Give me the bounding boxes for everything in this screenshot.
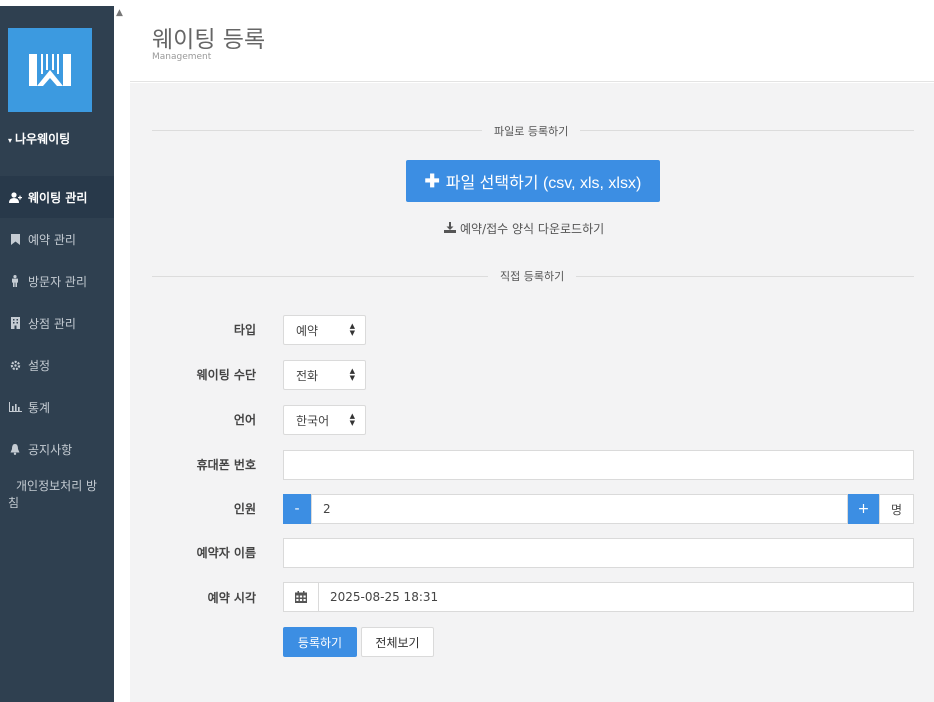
bar-chart-icon	[8, 401, 22, 413]
logo[interactable]	[8, 28, 92, 112]
direct-section-divider-label: 직접 등록하기	[488, 268, 577, 284]
sidebar-item-settings[interactable]: 설정	[0, 344, 114, 386]
type-select-value: 예약	[296, 323, 319, 338]
language-label: 언어	[233, 413, 256, 427]
name-label: 예약자 이름	[196, 546, 256, 560]
language-select-value: 한국어	[296, 413, 330, 428]
sidebar-item-label: 개인정보처리 방침	[8, 479, 98, 510]
sidebar-item-privacy[interactable]: 개인정보처리 방침	[0, 470, 114, 512]
sort-arrows-icon: ▲ ▼	[349, 412, 355, 427]
sidebar-item-label: 방문자 관리	[28, 274, 88, 289]
caret-down-icon: ▾	[8, 136, 13, 145]
method-select-value: 전화	[296, 368, 319, 383]
page-header: 웨이팅 등록 Management	[130, 6, 934, 82]
people-increment-button[interactable]: +	[848, 494, 879, 524]
type-select[interactable]: 예약 ▲ ▼	[283, 315, 366, 345]
male-icon	[8, 275, 22, 287]
people-count-input[interactable]: 2	[311, 494, 848, 524]
method-label: 웨이팅 수단	[196, 368, 256, 382]
building-icon	[8, 317, 22, 329]
sidebar-item-reservation[interactable]: 예약 관리	[0, 218, 114, 260]
sidebar-item-label: 통계	[28, 400, 51, 415]
template-download-link[interactable]: 예약/접수 양식 다운로드하기	[444, 220, 604, 237]
plus-icon: ✚	[424, 170, 440, 191]
page-title: 웨이팅 등록	[152, 27, 266, 53]
scroll-up-arrow-icon[interactable]: ▲	[116, 8, 123, 18]
calendar-icon	[295, 591, 307, 603]
time-label: 예약 시각	[207, 591, 256, 605]
template-download-label: 예약/접수 양식 다운로드하기	[460, 222, 605, 236]
sidebar: ▾ 나우웨이팅 웨이팅 관리 예약 관리 방문자 관리 상점 관리 설정 통계 …	[0, 0, 114, 702]
sidebar-item-label: 웨이팅 관리	[28, 190, 88, 205]
calendar-button[interactable]	[283, 582, 319, 612]
sidebar-item-label: 공지사항	[28, 442, 73, 457]
bell-icon	[8, 443, 22, 455]
sidebar-item-label: 설정	[28, 358, 51, 373]
language-select[interactable]: 한국어 ▲ ▼	[283, 405, 366, 435]
sidebar-item-notice[interactable]: 공지사항	[0, 428, 114, 470]
sort-arrows-icon: ▲ ▼	[349, 322, 355, 337]
sidebar-item-visitors[interactable]: 방문자 관리	[0, 260, 114, 302]
reservation-time-input[interactable]: 2025-08-25 18:31	[318, 582, 914, 612]
sidebar-menu: 웨이팅 관리 예약 관리 방문자 관리 상점 관리 설정 통계 공지사항 개인정…	[0, 176, 114, 512]
sidebar-item-label: 상점 관리	[28, 316, 76, 331]
sidebar-item-label: 예약 관리	[28, 232, 76, 247]
file-select-button[interactable]: ✚ 파일 선택하기 (csv, xls, xlsx)	[406, 160, 660, 202]
sidebar-top-strip	[0, 0, 114, 6]
file-select-button-label: 파일 선택하기 (csv, xls, xlsx)	[445, 175, 642, 192]
people-unit: 명	[879, 494, 914, 524]
phone-input[interactable]	[283, 450, 914, 480]
method-select[interactable]: 전화 ▲ ▼	[283, 360, 366, 390]
people-decrement-button[interactable]: -	[283, 494, 311, 524]
sidebar-item-stats[interactable]: 통계	[0, 386, 114, 428]
submit-button[interactable]: 등록하기	[283, 627, 357, 657]
bookmark-icon	[8, 233, 22, 245]
sidebar-item-waiting[interactable]: 웨이팅 관리	[0, 176, 114, 218]
user-plus-icon	[8, 191, 22, 203]
gear-icon	[8, 359, 22, 371]
sidebar-item-store[interactable]: 상점 관리	[0, 302, 114, 344]
phone-label: 휴대폰 번호	[196, 458, 256, 472]
logo-w-icon	[29, 54, 71, 86]
file-section-divider-label: 파일로 등록하기	[482, 123, 581, 139]
sort-arrows-icon: ▲ ▼	[349, 367, 355, 382]
brand-dropdown[interactable]: ▾ 나우웨이팅	[0, 130, 114, 147]
name-input[interactable]	[283, 538, 914, 568]
download-icon	[444, 221, 456, 236]
type-label: 타입	[233, 323, 256, 337]
view-all-button[interactable]: 전체보기	[361, 627, 434, 657]
people-label: 인원	[233, 502, 256, 516]
page-subtitle: Management	[152, 52, 212, 62]
brand-label: 나우웨이팅	[15, 132, 71, 146]
